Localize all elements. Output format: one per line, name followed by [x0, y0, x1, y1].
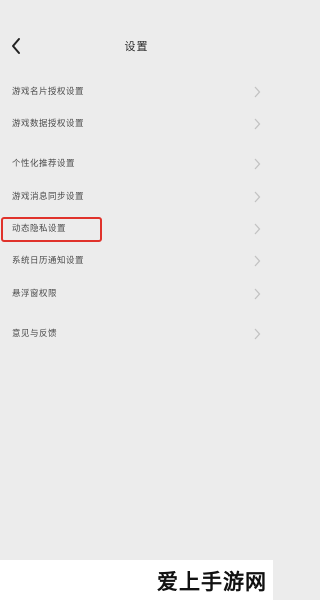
settings-item-personalized-recommend[interactable]: 个性化推荐设置 — [0, 151, 273, 177]
settings-item-calendar-notify[interactable]: 系统日历通知设置 — [0, 248, 273, 274]
header-bar: 设置 — [0, 28, 273, 64]
settings-item-label: 游戏名片授权设置 — [12, 87, 85, 97]
chevron-right-icon — [253, 86, 261, 98]
settings-item-label: 个性化推荐设置 — [12, 159, 76, 169]
settings-item-game-message-sync[interactable]: 游戏消息同步设置 — [0, 184, 273, 210]
settings-item-feedback[interactable]: 意见与反馈 — [0, 321, 273, 347]
settings-item-floating-window[interactable]: 悬浮窗权限 — [0, 281, 273, 307]
chevron-right-icon — [253, 118, 261, 130]
chevron-right-icon — [253, 223, 261, 235]
chevron-right-icon — [253, 191, 261, 203]
settings-item-label: 悬浮窗权限 — [12, 289, 58, 299]
chevron-right-icon — [253, 288, 261, 300]
chevron-right-icon — [253, 255, 261, 267]
chevron-right-icon — [253, 328, 261, 340]
settings-item-label: 意见与反馈 — [12, 329, 58, 339]
watermark-bar: 爱上手游网 — [0, 560, 273, 600]
settings-item-label: 游戏数据授权设置 — [12, 119, 85, 129]
chevron-right-icon — [253, 158, 261, 170]
settings-item-game-data-auth[interactable]: 游戏数据授权设置 — [0, 111, 273, 137]
settings-item-label: 游戏消息同步设置 — [12, 192, 85, 202]
watermark-logo: 爱上手游网 — [157, 569, 267, 594]
highlight-box — [1, 217, 102, 242]
page-title: 设置 — [124, 40, 149, 53]
settings-item-game-card-auth[interactable]: 游戏名片授权设置 — [0, 79, 273, 105]
settings-item-label: 系统日历通知设置 — [12, 256, 85, 266]
